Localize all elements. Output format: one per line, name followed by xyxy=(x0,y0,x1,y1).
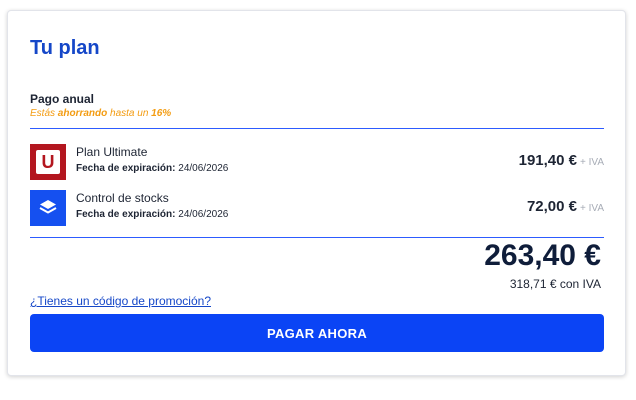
item-name: Plan Ultimate xyxy=(76,145,148,159)
savings-prefix: Estás xyxy=(30,108,58,119)
vat-note: + IVA xyxy=(580,157,604,168)
item-name: Control de stocks xyxy=(76,191,169,205)
expiry-date: 24/06/2026 xyxy=(178,163,229,174)
pay-now-button[interactable]: PAGAR AHORA xyxy=(30,314,604,352)
item-expiry: Fecha de expiración: 24/06/2026 xyxy=(76,209,228,220)
item-price: 191,40 € + IVA xyxy=(519,152,604,169)
savings-middle: hasta un xyxy=(107,108,152,119)
promo-code-link[interactable]: ¿Tienes un código de promoción? xyxy=(30,294,211,308)
stacked-layers-icon xyxy=(30,190,66,226)
plan-card: Tu plan Pago anual Estás ahorrando hasta… xyxy=(7,10,626,376)
vat-note: + IVA xyxy=(580,203,604,214)
expiry-date: 24/06/2026 xyxy=(178,209,229,220)
total-with-vat: 318,71 € con IVA xyxy=(509,277,601,291)
savings-note: Estás ahorrando hasta un 16% xyxy=(30,108,171,119)
divider xyxy=(30,128,604,129)
item-expiry: Fecha de expiración: 24/06/2026 xyxy=(76,163,228,174)
savings-highlight: ahorrando xyxy=(57,108,108,119)
item-price: 72,00 € + IVA xyxy=(527,198,604,215)
ultimate-u-icon: U xyxy=(30,144,66,180)
price-amount: 191,40 € xyxy=(518,152,577,169)
line-item: Control de stocks Fecha de expiración: 2… xyxy=(30,190,604,226)
expiry-label: Fecha de expiración: xyxy=(76,209,176,220)
price-amount: 72,00 € xyxy=(526,198,577,215)
page-title: Tu plan xyxy=(30,37,100,59)
layers-glyph xyxy=(39,200,57,214)
line-item: U Plan Ultimate Fecha de expiración: 24/… xyxy=(30,144,604,180)
divider xyxy=(30,237,604,238)
savings-percent: 16% xyxy=(151,108,172,119)
total-amount: 263,40 € xyxy=(484,239,601,272)
ultimate-letter: U xyxy=(36,150,60,174)
expiry-label: Fecha de expiración: xyxy=(76,163,176,174)
billing-period-label: Pago anual xyxy=(30,92,95,106)
